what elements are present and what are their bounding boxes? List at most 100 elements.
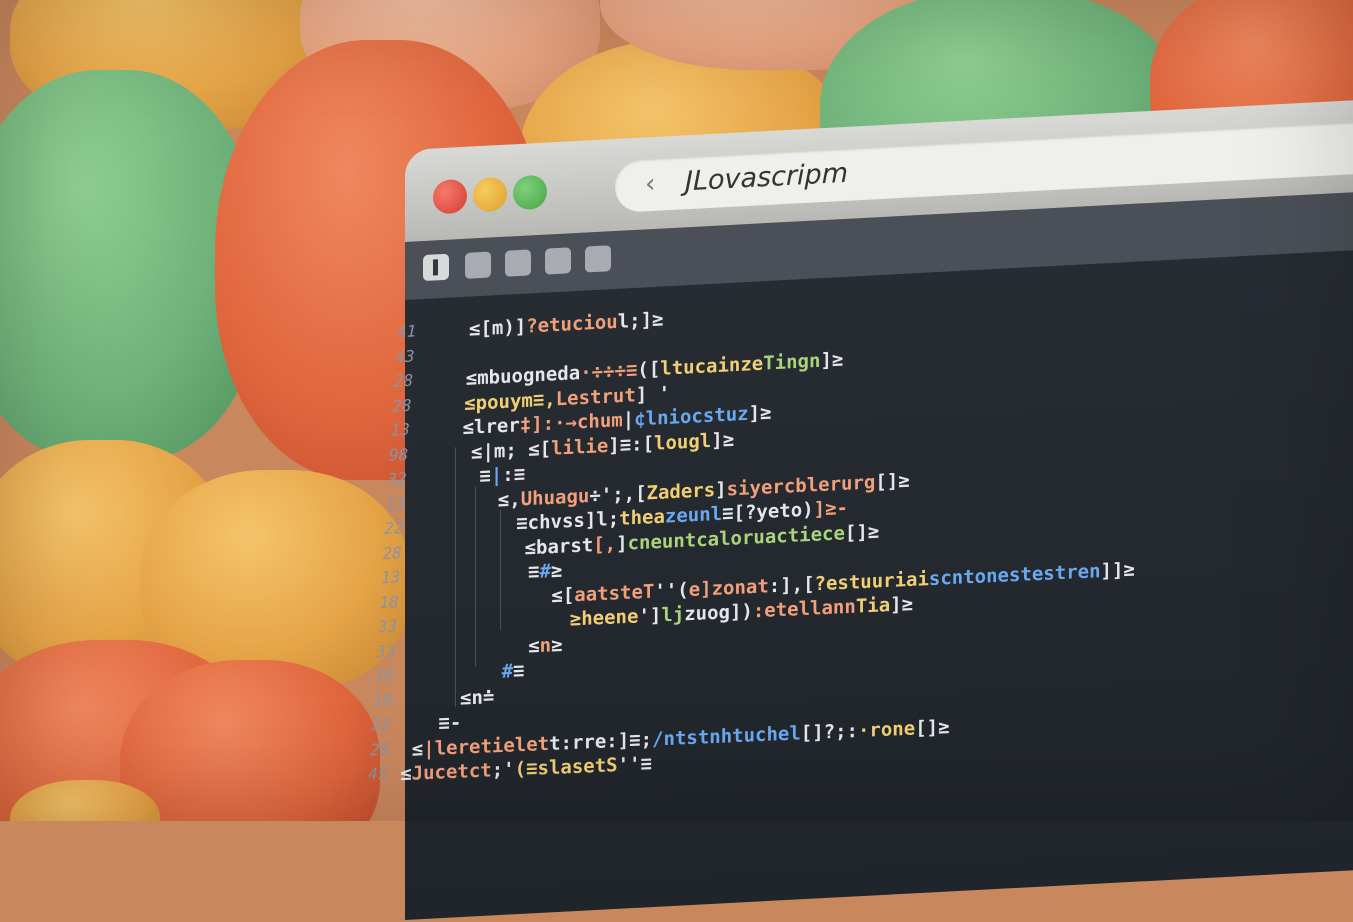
code-token: []≥: [875, 469, 910, 493]
code-token: thea: [619, 505, 665, 530]
code-token: :≡: [502, 463, 526, 487]
line-number: 41: [397, 321, 417, 342]
code-token: aatsteT: [574, 580, 655, 606]
code-token: ≡: [528, 560, 540, 584]
chevron-left-icon[interactable]: ‹: [645, 169, 655, 200]
code-token: ≤mbuogneda: [465, 362, 581, 390]
code-token: ≤n≐: [460, 685, 495, 710]
line-number: 18: [379, 591, 399, 612]
line-number: 13: [390, 419, 410, 440]
line-number: 18: [373, 690, 393, 710]
code-token: ]≥-: [813, 496, 848, 521]
code-token: (≡slasetS: [514, 754, 618, 781]
code-token: Tia: [855, 594, 891, 618]
code-token: ≥: [551, 633, 563, 657]
code-token: ≤lrer: [462, 414, 520, 440]
code-token: lougl: [654, 429, 712, 455]
code-token: ≤pouym≡,: [464, 387, 556, 415]
code-token: |: [622, 408, 635, 432]
code-token: ≡: [513, 659, 525, 683]
code-editor[interactable]: 41 ≤[m)]?etucioul;]≥ 43 28 ≤mbuogneda·÷÷÷≡([…: [368, 244, 1353, 921]
code-token: #: [539, 560, 551, 583]
code-text: ≤n≥: [528, 633, 562, 657]
code-token: ≤,: [497, 487, 521, 512]
code-token: ≤[: [551, 583, 575, 607]
code-token: ≥: [550, 559, 563, 583]
code-token: ≥heene: [569, 605, 639, 631]
code-token: ·÷÷÷≡: [580, 359, 638, 385]
code-token: ?etuciou: [526, 310, 618, 338]
code-token: #: [501, 660, 514, 683]
code-token: ¢lniocstuz: [634, 402, 749, 431]
code-text: ≤[m)]?etucioul;]≥: [469, 308, 663, 340]
code-token: ''(: [654, 578, 689, 603]
code-text: ≤|leretielett:rre:]≡;/ntstnhtuchel[]?;:·…: [412, 716, 950, 761]
code-token: t:rre:: [549, 729, 618, 755]
code-token: ltucainze: [660, 352, 764, 380]
code-token: ']: [638, 604, 662, 628]
minimize-window-button[interactable]: [473, 176, 507, 213]
browser-window: ‹ JLovascripm 41 ≤[m)]?etucioul;]≥ 43 28 ≤mb…: [368, 94, 1353, 921]
code-token: ≤|m; ≤[: [471, 437, 552, 464]
code-token: ÷';,[: [589, 481, 647, 507]
code-token: ≡: [479, 464, 491, 488]
line-number: 22: [371, 714, 391, 735]
code-token: /ntstnhtuchel: [652, 721, 801, 751]
line-number: 18: [374, 665, 394, 686]
code-token: ]]≥: [1100, 558, 1135, 582]
code-token: ?estuuriai: [814, 567, 929, 595]
code-token: ≤: [528, 634, 540, 658]
line-number: 43: [395, 345, 415, 366]
code-token: ]: [715, 478, 727, 501]
code-token: ''≡: [617, 752, 652, 777]
line-number: 28: [392, 395, 412, 416]
code-token: ]: [616, 532, 628, 555]
line-number: 28: [393, 370, 414, 391]
code-token: ·rone: [857, 717, 916, 742]
code-token: ≤: [400, 762, 412, 786]
indent-guide: [500, 509, 501, 631]
code-text: ≡-: [438, 712, 461, 735]
code-token: ]≥: [820, 348, 844, 372]
close-window-button[interactable]: [433, 178, 467, 215]
code-token: zeunl: [664, 502, 723, 528]
square-button-icon[interactable]: [545, 247, 571, 275]
code-token: ]≥: [748, 401, 772, 425]
code-token: siyercblerurg: [726, 470, 876, 501]
code-token: Lestrut: [555, 383, 636, 410]
code-text: #≡: [502, 660, 525, 683]
code-token: ≤[m)]: [469, 315, 527, 341]
code-token: e]zonat: [688, 574, 769, 601]
indent-guide: [455, 447, 456, 708]
square-button-icon[interactable]: [505, 249, 531, 277]
code-token: ‡]:·→chum: [519, 409, 623, 437]
code-text: ≡#≥: [528, 560, 562, 584]
code-token: ]≥: [890, 593, 914, 617]
code-token: Uhuagu: [520, 484, 590, 510]
line-number: 33: [376, 640, 396, 661]
line-number: 28: [382, 542, 402, 563]
code-token: l;]≥: [617, 308, 664, 333]
code-token: ([: [637, 357, 661, 382]
indent-guide: [475, 486, 476, 667]
code-token: ]≡;: [617, 728, 653, 752]
square-button-icon[interactable]: [585, 245, 611, 273]
line-number: 32: [387, 468, 407, 489]
code-token: |: [490, 464, 503, 487]
code-token: Zaders: [646, 478, 716, 504]
code-token: []≥: [915, 715, 950, 740]
line-number: 13: [381, 567, 401, 588]
code-token: lilie: [551, 434, 609, 460]
code-token: ≤barst: [524, 533, 594, 559]
maximize-window-button[interactable]: [513, 174, 547, 211]
code-token: ≡chvss]l;: [516, 507, 620, 535]
code-token: lj: [661, 603, 685, 627]
code-token: :],[: [768, 572, 815, 597]
code-token: |leretielet: [423, 732, 550, 760]
line-number: 22: [384, 518, 404, 538]
code-token: [‚: [593, 532, 617, 556]
code-token: ]≡:[: [608, 432, 655, 457]
square-button-icon[interactable]: [423, 253, 449, 282]
square-button-icon[interactable]: [465, 251, 491, 279]
code-token: zuog]): [684, 600, 753, 626]
